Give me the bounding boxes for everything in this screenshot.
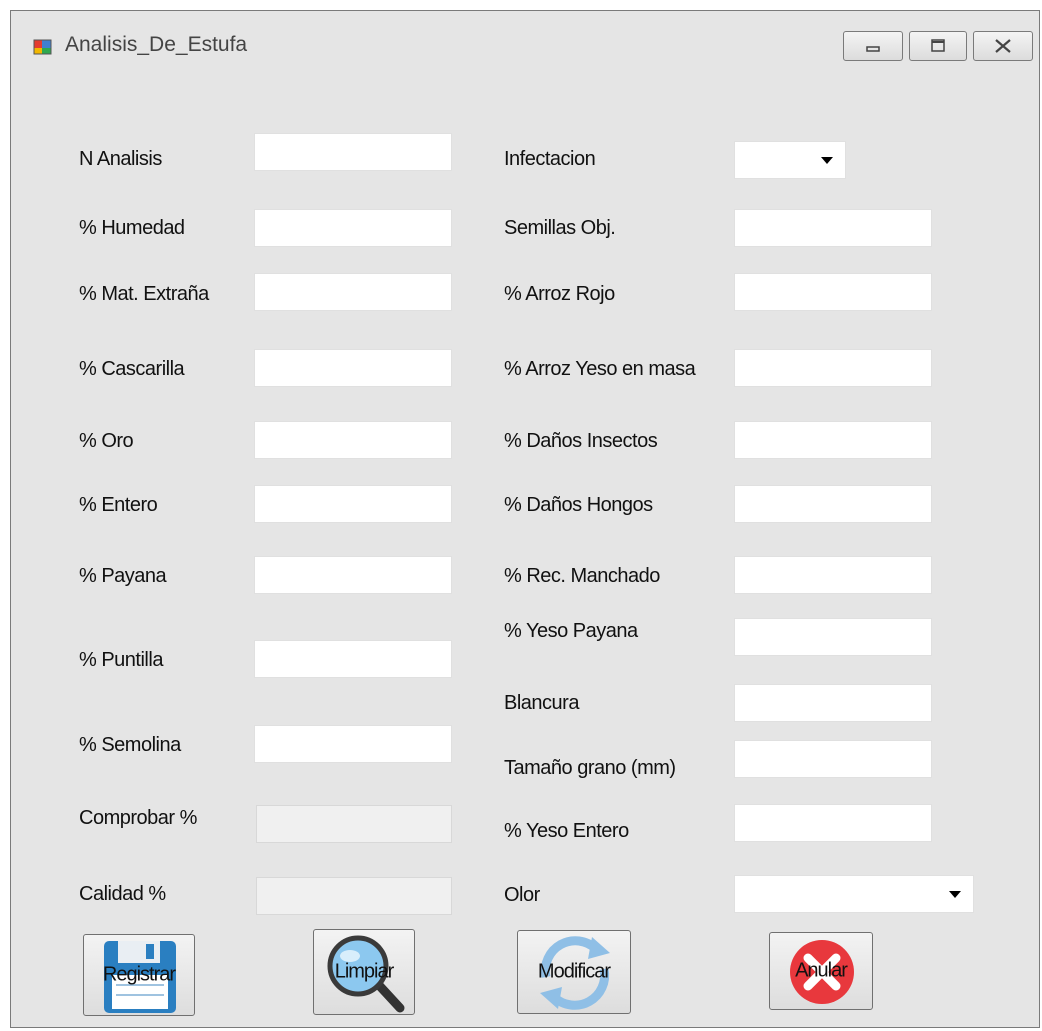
window-title: Analisis_De_Estufa xyxy=(65,33,248,56)
olor-select[interactable] xyxy=(734,875,974,913)
label-humedad: % Humedad xyxy=(79,217,185,239)
label-yeso-entero: % Yeso Entero xyxy=(504,820,629,842)
anular-button[interactable]: Anular xyxy=(769,932,873,1010)
chevron-down-icon xyxy=(949,891,961,898)
mat-extrana-input[interactable] xyxy=(254,273,452,311)
yeso-entero-input[interactable] xyxy=(734,804,932,842)
label-danos-insectos: % Daños Insectos xyxy=(504,430,658,452)
maximize-button[interactable] xyxy=(909,31,967,61)
arroz-yeso-masa-input[interactable] xyxy=(734,349,932,387)
puntilla-input[interactable] xyxy=(254,640,452,678)
payana-input[interactable] xyxy=(254,556,452,594)
registrar-label: Registrar xyxy=(102,963,176,986)
limpiar-button[interactable]: Limpiar xyxy=(313,929,415,1015)
registrar-button[interactable]: Registrar xyxy=(83,934,195,1016)
yeso-payana-input[interactable] xyxy=(734,618,932,656)
limpiar-label: Limpiar xyxy=(334,960,395,983)
label-comprobar: Comprobar % xyxy=(79,807,197,829)
label-yeso-payana: % Yeso Payana xyxy=(504,620,638,642)
label-olor: Olor xyxy=(504,884,540,906)
infectacion-select[interactable] xyxy=(734,141,846,179)
label-puntilla: % Puntilla xyxy=(79,649,163,671)
semillas-obj-input[interactable] xyxy=(734,209,932,247)
label-semolina: % Semolina xyxy=(79,734,181,756)
label-mat-extrana: % Mat. Extraña xyxy=(79,283,209,305)
label-arroz-rojo: % Arroz Rojo xyxy=(504,283,615,305)
cascarilla-input[interactable] xyxy=(254,349,452,387)
anular-label: Anular xyxy=(795,959,848,982)
label-semillas-obj: Semillas Obj. xyxy=(504,217,616,239)
calidad-output xyxy=(256,877,452,915)
rec-manchado-input[interactable] xyxy=(734,556,932,594)
chevron-down-icon xyxy=(821,157,833,164)
blancura-input[interactable] xyxy=(734,684,932,722)
tamano-grano-input[interactable] xyxy=(734,740,932,778)
label-arroz-yeso-masa: % Arroz Yeso en masa xyxy=(504,358,696,380)
comprobar-output xyxy=(256,805,452,843)
label-n-analisis: N Analisis xyxy=(79,148,162,170)
label-blancura: Blancura xyxy=(504,692,579,714)
label-calidad: Calidad % xyxy=(79,883,166,905)
title-bar: Analisis_De_Estufa xyxy=(11,11,1039,73)
label-danos-hongos: % Daños Hongos xyxy=(504,494,653,516)
label-infectacion: Infectacion xyxy=(504,148,596,170)
minimize-button[interactable] xyxy=(843,31,903,61)
modificar-label: Modificar xyxy=(537,960,611,983)
label-rec-manchado: % Rec. Manchado xyxy=(504,565,660,587)
winforms-app-icon xyxy=(33,39,52,55)
oro-input[interactable] xyxy=(254,421,452,459)
label-cascarilla: % Cascarilla xyxy=(79,358,185,380)
maximize-icon xyxy=(931,39,945,52)
danos-insectos-input[interactable] xyxy=(734,421,932,459)
label-entero: % Entero xyxy=(79,494,158,516)
humedad-input[interactable] xyxy=(254,209,452,247)
label-payana: % Payana xyxy=(79,565,167,587)
label-tamano-grano: Tamaño grano (mm) xyxy=(504,757,676,779)
modificar-button[interactable]: Modificar xyxy=(517,930,631,1014)
danos-hongos-input[interactable] xyxy=(734,485,932,523)
arroz-rojo-input[interactable] xyxy=(734,273,932,311)
minimize-icon xyxy=(866,46,880,52)
close-icon xyxy=(995,39,1011,53)
close-button[interactable] xyxy=(973,31,1033,61)
semolina-input[interactable] xyxy=(254,725,452,763)
n-analisis-input[interactable] xyxy=(254,133,452,171)
entero-input[interactable] xyxy=(254,485,452,523)
label-oro: % Oro xyxy=(79,430,134,452)
main-window: Analisis_De_Estufa N Analisis % Humedad … xyxy=(10,10,1040,1028)
